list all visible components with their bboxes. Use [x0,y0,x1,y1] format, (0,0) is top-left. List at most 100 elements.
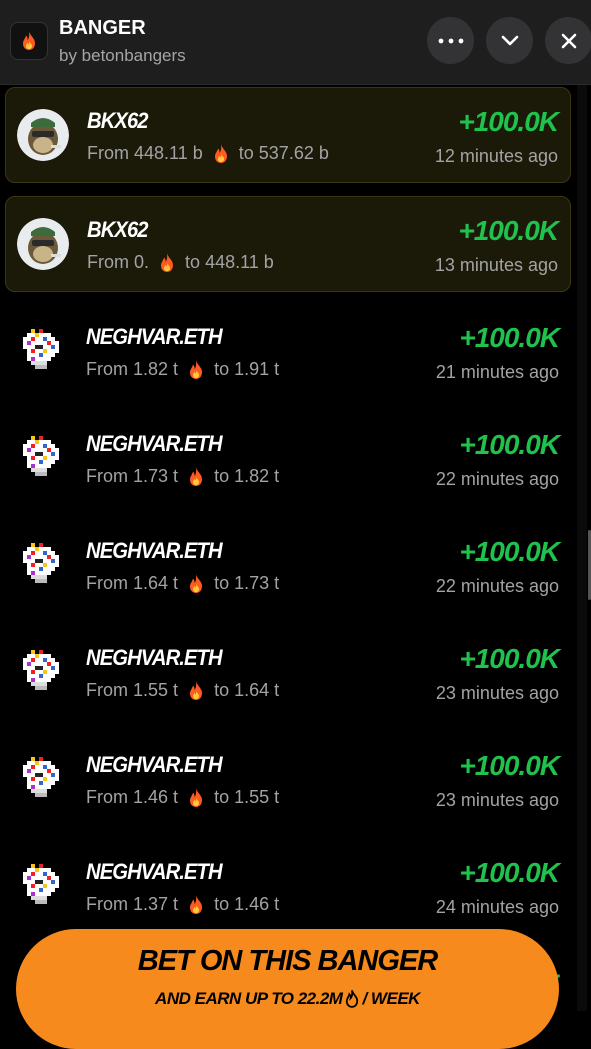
cta-sub-suffix: / WEEK [362,989,420,1008]
app-title: BANGER [59,17,146,39]
feed-row[interactable]: NEGHVAR.ETH From 1.55 t to 1.64 t +100.0K 23… [5,625,571,721]
fire-icon [214,143,227,163]
avatar[interactable] [17,218,69,270]
bet-amount: +100.0K [459,643,560,674]
bet-detail: From 448.11 b to 537.62 b [87,143,329,164]
chevron-down-icon [501,35,518,45]
to-label: to [214,787,230,807]
bet-on-banger-button[interactable]: BET ON THIS BANGER AND EARN UP TO 22.2M … [16,929,559,1049]
to-value: 1.73 t [234,573,280,593]
to-value: 1.82 t [234,466,280,486]
cta-sub-prefix: AND EARN UP TO 22.2M [155,989,343,1008]
feed-row[interactable]: NEGHVAR.ETH From 1.82 t to 1.91 t +100.0K 21… [5,304,571,400]
bet-detail: From 1.46 t to 1.55 t [86,787,279,808]
app-icon [10,22,48,60]
ape-avatar-icon [17,218,69,270]
from-label: From [86,573,128,593]
feed-row[interactable]: NEGHVAR.ETH From 1.46 t to 1.55 t +100.0K 23… [5,732,571,828]
to-label: to [214,894,230,914]
from-label: From [87,252,129,272]
user-name[interactable]: NEGHVAR.ETH [86,431,223,457]
to-label: to [214,466,230,486]
to-value: 448.11 b [205,252,274,272]
feed-row[interactable]: BKX62 From 448.11 b to 537.62 b +100.0K 12 m… [5,87,571,183]
avatar[interactable] [19,543,63,587]
to-value: 1.91 t [234,359,280,379]
timestamp: 22 minutes ago [435,469,559,489]
cta-title: BET ON THIS BANGER [137,945,438,977]
timestamp: 21 minutes ago [435,362,559,382]
avatar[interactable] [17,109,69,161]
timestamp: 24 minutes ago [435,897,559,917]
user-name[interactable]: BKX62 [87,108,149,134]
more-icon [438,38,463,43]
pixel-unicorn-icon [23,650,59,690]
avatar[interactable] [19,329,63,373]
fire-icon [190,680,203,700]
bet-detail: From 1.82 t to 1.91 t [86,359,279,380]
timestamp: 13 minutes ago [434,255,558,275]
avatar[interactable] [19,757,63,801]
from-label: From [86,359,128,379]
from-value: 0. [134,252,150,272]
bet-detail: From 1.73 t to 1.82 t [86,466,279,487]
bet-amount: +100.0K [459,536,560,567]
to-value: 537.62 b [258,143,329,163]
fire-icon [23,31,35,50]
from-value: 1.82 t [133,359,179,379]
bet-detail: From 0. to 448.11 b [87,252,274,273]
bet-detail: From 1.37 t to 1.46 t [86,894,279,915]
to-value: 1.64 t [234,680,280,700]
to-label: to [214,680,230,700]
timestamp: 12 minutes ago [434,146,558,166]
collapse-button[interactable] [486,17,533,64]
feed-row[interactable]: NEGHVAR.ETH From 1.37 t to 1.46 t +100.0K 24… [5,839,571,935]
ape-avatar-icon [17,109,69,161]
from-value: 1.46 t [133,787,179,807]
from-label: From [86,787,128,807]
user-name[interactable]: NEGHVAR.ETH [86,859,223,885]
app-subtitle: by betonbangers [59,46,186,65]
from-label: From [86,466,128,486]
user-name[interactable]: NEGHVAR.ETH [86,752,223,778]
feed-row[interactable]: BKX62 From 0. to 448.11 b +100.0K 13 minutes… [5,196,571,292]
fire-icon [161,252,174,272]
more-options-button[interactable] [427,17,474,64]
from-value: 1.37 t [133,894,179,914]
close-button[interactable] [545,17,591,64]
avatar[interactable] [19,864,63,908]
bet-amount: +100.0K [459,322,560,353]
user-name[interactable]: NEGHVAR.ETH [86,645,223,671]
fire-icon [346,990,359,1008]
bet-amount: +100.0K [459,857,560,888]
bet-amount: +100.0K [458,215,559,246]
user-name[interactable]: NEGHVAR.ETH [86,538,223,564]
fire-icon [190,359,203,379]
user-name[interactable]: NEGHVAR.ETH [86,324,223,350]
from-value: 1.73 t [133,466,179,486]
avatar[interactable] [19,436,63,480]
to-label: to [185,252,201,272]
to-value: 1.55 t [234,787,280,807]
to-label: to [214,359,230,379]
pixel-unicorn-icon [23,757,59,797]
feed-row[interactable]: NEGHVAR.ETH From 1.64 t to 1.73 t +100.0K 22… [5,518,571,614]
feed-row[interactable]: NEGHVAR.ETH From 1.73 t to 1.82 t +100.0K 22… [5,411,571,507]
activity-feed: BKX62 From 448.11 b to 537.62 b +100.0K 12 m… [0,85,575,1011]
cta-subtitle: AND EARN UP TO 22.2M / WEEK [16,989,559,1009]
avatar[interactable] [19,650,63,694]
bet-detail: From 1.64 t to 1.73 t [86,573,279,594]
from-label: From [86,680,128,700]
pixel-unicorn-icon [23,864,59,904]
scrollbar-track[interactable] [577,85,587,1011]
timestamp: 23 minutes ago [435,790,559,810]
from-value: 1.55 t [133,680,179,700]
to-label: to [214,573,230,593]
pixel-unicorn-icon [23,329,59,369]
user-name[interactable]: BKX62 [87,217,149,243]
bet-amount: +100.0K [459,750,560,781]
from-label: From [87,143,129,163]
close-icon [561,33,576,48]
fire-icon [190,894,203,914]
bet-amount: +100.0K [459,429,560,460]
